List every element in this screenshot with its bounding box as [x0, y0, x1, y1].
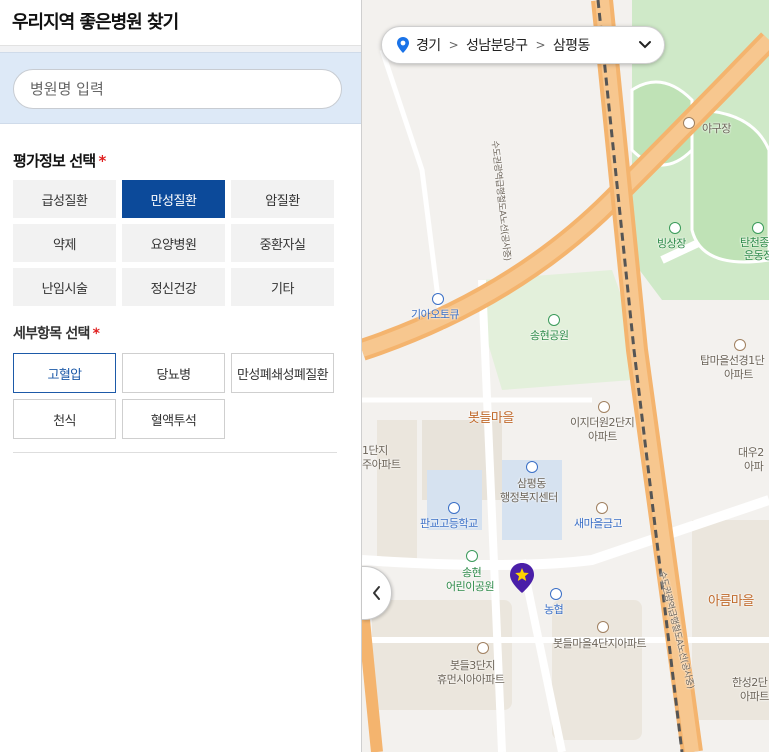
eval-item-icu[interactable]: 중환자실	[231, 224, 334, 262]
chevron-down-icon[interactable]	[638, 40, 652, 50]
map-label-ice-rink: 빙상장	[657, 237, 686, 250]
detail-section-title: 세부항목 선택 *	[13, 323, 348, 343]
poi-pin	[752, 222, 764, 234]
map-label-kids-park-2: 어린이공원	[446, 580, 495, 593]
map-label-nonghyup: 농협	[544, 603, 564, 616]
chevron-right-icon: >	[448, 38, 459, 52]
eval-button-grid: 급성질환 만성질환 암질환 약제 요양병원 중환자실 난임시술 정신건강 기타	[13, 180, 346, 306]
poi-pin	[597, 621, 609, 633]
map-label-danji1-2: 주아파트	[362, 458, 401, 471]
poi-pin	[596, 502, 608, 514]
detail-title-text: 세부항목 선택	[13, 326, 90, 342]
map-label-office-2: 행정복지센터	[500, 491, 558, 504]
selected-location-marker[interactable]	[509, 562, 535, 594]
detail-item-diabetes[interactable]: 당뇨병	[122, 353, 225, 393]
eval-item-infertility[interactable]: 난임시술	[13, 268, 116, 306]
map-label-danji1-1: 1단지	[362, 444, 388, 457]
panel-header: 우리지역 좋은병원 찾기	[0, 0, 361, 46]
map-label-hanseong-2: 아파트	[740, 690, 769, 703]
region-breadcrumb[interactable]: 경기 > 성남분당구 > 삼평동	[381, 26, 665, 64]
eval-item-mental-health[interactable]: 정신건강	[122, 268, 225, 306]
detail-item-copd[interactable]: 만성폐쇄성폐질환	[231, 353, 334, 393]
map-label-ijidium-1: 이지더원2단지	[570, 416, 635, 429]
search-panel: 우리지역 좋은병원 찾기 평가정보 선택* 급성질환 만성질환 암질환 약제 요…	[0, 0, 362, 752]
breadcrumb-district[interactable]: 성남분당구	[466, 35, 528, 55]
eval-section: 평가정보 선택 * 급성질환 만성질환 암질환 약제 요양병원 중환자실 난임시술…	[0, 150, 361, 453]
required-mark: *	[92, 326, 100, 342]
detail-item-hypertension[interactable]: 고혈압	[13, 353, 116, 393]
poi-pin	[683, 117, 695, 129]
map-label-kids-park-1: 송현	[462, 566, 482, 579]
detail-item-hemodialysis[interactable]: 혈액투석	[122, 399, 225, 439]
poi-pin	[734, 339, 746, 351]
poi-pin	[550, 588, 562, 600]
poi-pin	[448, 502, 460, 514]
detail-item-asthma[interactable]: 천식	[13, 399, 116, 439]
eval-item-chronic[interactable]: 만성질환	[122, 180, 225, 218]
poi-pin	[669, 222, 681, 234]
required-mark: *	[98, 152, 106, 170]
map-label-tapmaeul-1: 탑마을선경1단	[700, 354, 765, 367]
map-label-kia: 기아오토큐	[411, 308, 460, 321]
map-label-tapmaeul-2: 아파트	[724, 368, 753, 381]
location-pin-icon	[397, 37, 409, 53]
map-label-school: 판교고등학교	[420, 517, 478, 530]
poi-pin	[598, 401, 610, 413]
page-title: 우리지역 좋은병원 찾기	[12, 12, 179, 33]
eval-item-cancer[interactable]: 암질환	[231, 180, 334, 218]
chevron-left-icon	[372, 586, 380, 600]
search-area	[0, 52, 361, 124]
hospital-search-input[interactable]	[13, 69, 342, 109]
map-label-baseball: 야구장	[702, 122, 731, 135]
breadcrumb-province[interactable]: 경기	[416, 35, 441, 55]
map-label-botdeul4: 봇들마을4단지아파트	[553, 637, 647, 650]
eval-item-medication[interactable]: 약제	[13, 224, 116, 262]
map-label-ijidium-2: 아파트	[588, 430, 617, 443]
map-label-daewoo-1: 대우2	[738, 446, 764, 459]
eval-item-nursing-hospital[interactable]: 요양병원	[122, 224, 225, 262]
map-label-botdeul3-2: 휴먼시아아파트	[437, 673, 505, 686]
poi-pin	[526, 461, 538, 473]
map-view[interactable]: 경기 > 성남분당구 > 삼평동 야구장 빙상장 탄천종 운동장 기아오토큐 송…	[362, 0, 769, 752]
poi-pin	[432, 293, 444, 305]
map-label-songhyun-park: 송현공원	[530, 329, 569, 342]
eval-item-acute[interactable]: 급성질환	[13, 180, 116, 218]
map-label-areum: 아름마을	[708, 594, 754, 609]
breadcrumb-dong[interactable]: 삼평동	[553, 35, 590, 55]
map-label-tancheon-1: 탄천종	[740, 236, 769, 249]
section-divider	[13, 452, 337, 453]
chevron-right-icon: >	[535, 38, 545, 52]
eval-section-title: 평가정보 선택 *	[13, 150, 348, 171]
map-label-botdeul3-1: 봇들3단지	[450, 659, 495, 672]
map-label-tancheon-2: 운동장	[744, 249, 769, 262]
map-label-hanseong-1: 한성2단	[732, 676, 768, 689]
map-label-botdeul: 봇들마을	[468, 411, 514, 426]
eval-title-text: 평가정보 선택	[13, 152, 96, 170]
detail-button-grid: 고혈압 당뇨병 만성폐쇄성폐질환 천식 혈액투석	[13, 353, 346, 439]
map-label-office-1: 삼평동	[517, 477, 546, 490]
poi-pin	[548, 314, 560, 326]
map-label-daewoo-2: 아파	[744, 460, 764, 473]
map-label-mg: 새마을금고	[574, 517, 623, 530]
poi-pin	[477, 642, 489, 654]
eval-item-other[interactable]: 기타	[231, 268, 334, 306]
poi-pin	[466, 550, 478, 562]
